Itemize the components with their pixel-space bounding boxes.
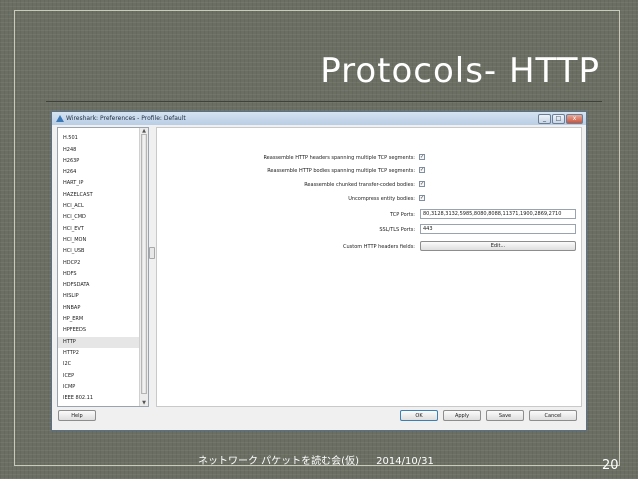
tcp-ports-input[interactable]: 80,3128,3132,5985,8080,8088,11371,1900,2… — [420, 209, 576, 219]
sidebar-item[interactable]: HAZELCAST — [58, 190, 142, 201]
sidebar-item[interactable]: HCI_MON — [58, 235, 142, 246]
maximize-button[interactable]: □ — [552, 114, 565, 124]
sidebar-item[interactable]: H.501 — [58, 133, 142, 144]
sidebar-item[interactable]: HPFEEDS — [58, 325, 142, 336]
save-button[interactable]: Save — [486, 410, 524, 421]
sidebar-item[interactable]: HDCP2 — [58, 258, 142, 269]
sidebar-item[interactable]: H264 — [58, 167, 142, 178]
custom-headers-edit-button[interactable]: Edit... — [420, 241, 576, 251]
window-client-area: H.248 H.501 H248 H263P H264 HART_IP HAZELCAST H… — [52, 125, 586, 430]
ssl-ports-input[interactable]: 443 — [420, 224, 576, 234]
custom-headers-label: Custom HTTP headers fields: — [342, 244, 415, 250]
checkmark-icon: ✓ — [420, 181, 425, 187]
sidebar-item[interactable]: H263P — [58, 156, 142, 167]
uncompress-label: Uncompress entity bodies: — [348, 196, 415, 202]
sidebar-item[interactable]: H248 — [58, 145, 142, 156]
cancel-button[interactable]: Cancel — [529, 410, 577, 421]
scroll-down-icon[interactable]: ▼ — [141, 400, 147, 406]
window-titlebar[interactable]: Wireshark: Preferences - Profile: Defaul… — [52, 112, 586, 125]
title-divider — [46, 101, 602, 102]
sidebar-item[interactable]: HDFS — [58, 269, 142, 280]
sidebar-item[interactable]: HCI_EVT — [58, 224, 142, 235]
footer-date: 2014/10/31 — [376, 456, 434, 467]
preferences-window: Wireshark: Preferences - Profile: Defaul… — [51, 111, 587, 431]
protocol-tree-scrollbar[interactable]: ▲ ▼ — [139, 128, 148, 406]
slide-title: Protocols- HTTP — [320, 51, 600, 91]
reassemble-chunked-label: Reassemble chunked transfer-coded bodies… — [304, 182, 415, 188]
sidebar-item[interactable]: HART_IP — [58, 178, 142, 189]
checkmark-icon: ✓ — [420, 154, 425, 160]
page-number: 20 — [602, 458, 619, 473]
protocol-tree: H.248 H.501 H248 H263P H264 HART_IP HAZELCAST H… — [57, 127, 149, 407]
sidebar-item[interactable]: HNBAP — [58, 303, 142, 314]
sidebar-item[interactable]: I2C — [58, 359, 142, 370]
checkmark-icon: ✓ — [420, 195, 425, 201]
checkmark-icon: ✓ — [420, 167, 425, 173]
footer-event-name: ネットワーク パケットを読む会(仮) — [198, 456, 359, 467]
help-button[interactable]: Help — [58, 410, 96, 421]
reassemble-chunked-checkbox[interactable]: ✓ — [419, 181, 425, 187]
minimize-button[interactable]: _ — [538, 114, 551, 124]
reassemble-bodies-label: Reassemble HTTP bodies spanning multiple… — [267, 168, 415, 174]
ok-button[interactable]: OK — [400, 410, 438, 421]
http-preferences-panel: Reassemble HTTP headers spanning multipl… — [156, 127, 582, 407]
pane-splitter-handle[interactable] — [149, 247, 155, 259]
close-button[interactable]: x — [566, 114, 583, 124]
reassemble-bodies-checkbox[interactable]: ✓ — [419, 167, 425, 173]
protocol-list: H.248 H.501 H248 H263P H264 HART_IP HAZELCAST H… — [58, 128, 142, 404]
sidebar-item[interactable]: HP_ERM — [58, 314, 142, 325]
window-title: Wireshark: Preferences - Profile: Defaul… — [66, 115, 186, 122]
ssl-ports-label: SSL/TLS Ports: — [379, 227, 415, 233]
sidebar-item[interactable]: HTTP2 — [58, 348, 142, 359]
wireshark-fin-icon — [56, 115, 64, 122]
sidebar-item[interactable]: HISLIP — [58, 291, 142, 302]
sidebar-item[interactable]: HCI_USB — [58, 246, 142, 257]
sidebar-item[interactable]: ICEP — [58, 371, 142, 382]
sidebar-item[interactable]: ICMP — [58, 382, 142, 393]
scrollbar-thumb[interactable] — [141, 134, 147, 394]
sidebar-item[interactable]: HTTP — [58, 336, 142, 348]
tcp-ports-label: TCP Ports: — [389, 212, 415, 218]
uncompress-checkbox[interactable]: ✓ — [419, 195, 425, 201]
window-controls: _ □ x — [538, 114, 583, 124]
sidebar-item[interactable]: HCI_CMD — [58, 212, 142, 223]
apply-button[interactable]: Apply — [443, 410, 481, 421]
sidebar-item[interactable]: HCI_ACL — [58, 201, 142, 212]
reassemble-headers-label: Reassemble HTTP headers spanning multipl… — [263, 155, 415, 161]
slide-footer: ネットワーク パケットを読む会(仮) 2014/10/31 — [198, 452, 434, 467]
sidebar-item[interactable]: IEEE 802.11 — [58, 393, 142, 404]
sidebar-item[interactable]: HDFSDATA — [58, 280, 142, 291]
reassemble-headers-checkbox[interactable]: ✓ — [419, 154, 425, 160]
